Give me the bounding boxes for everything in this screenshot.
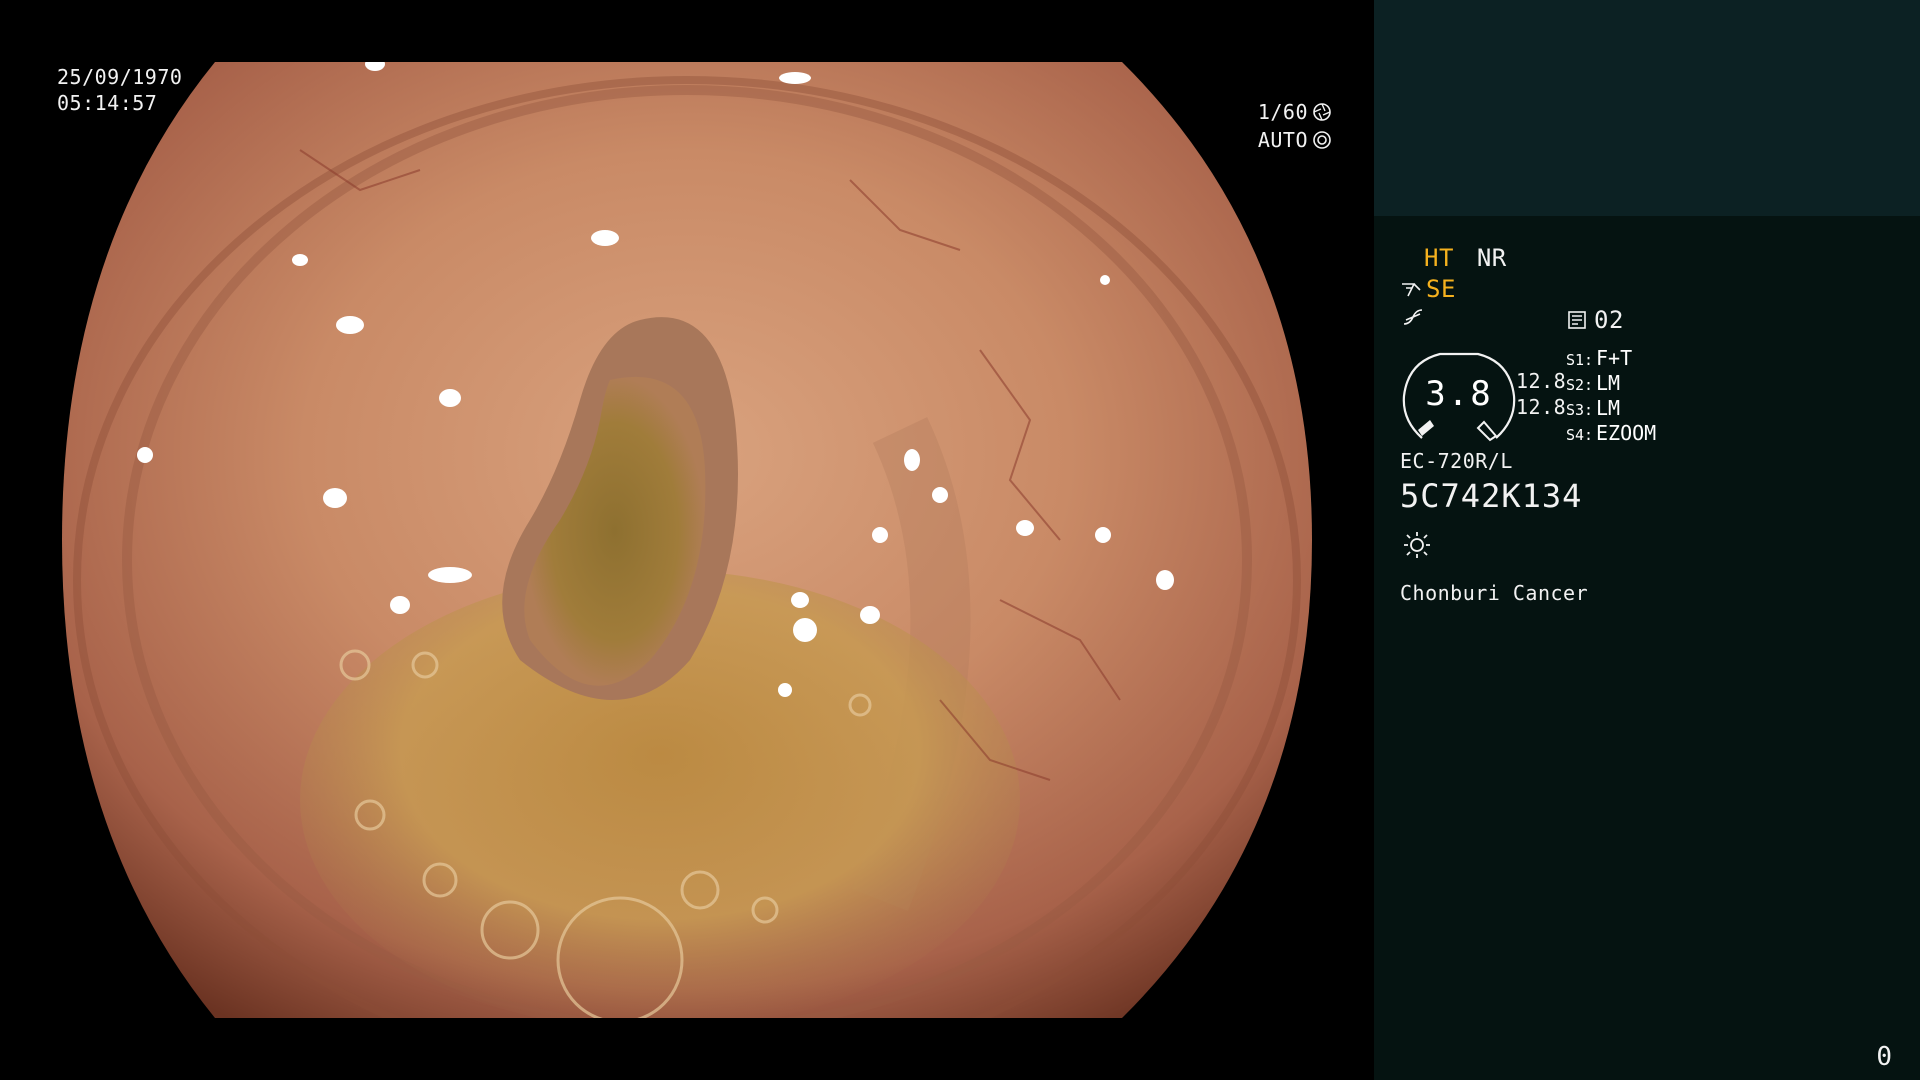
light-source-icon [1404,532,1430,558]
iris-row: AUTO [1258,126,1332,154]
setting-row: S2: LM [1566,371,1656,396]
mode-nr-label: NR [1476,244,1507,272]
switch-settings-list: S1: F+T S2: LM S3: LM S4: EZOOM [1566,346,1656,446]
gauge-value: 3.8 [1425,374,1493,414]
iris-icon [1313,131,1331,149]
enhance-label: SE [1426,275,1456,303]
setting-value: EZOOM [1596,421,1657,445]
side-panel-header-area [1374,0,1920,216]
image-mode-line: HT NR [1424,243,1515,273]
setting-value: F+T [1596,346,1633,370]
shutter-text: 1/60 [1257,100,1308,124]
setting-row: S1: F+T [1566,346,1656,371]
setting-key: S3: [1566,401,1594,419]
gauge-side-values: 12.8 12.8 [1516,368,1566,420]
scope-serial-number: 5C742K134 [1400,477,1583,515]
gauge-side-top: 12.8 [1516,369,1567,393]
setting-key: S4: [1566,426,1594,444]
enhance-icon [1402,283,1421,297]
gauge-side-bottom: 12.8 [1516,395,1567,419]
scope-model: EC-720R/L [1400,449,1513,473]
date-time-readout: 25/09/1970 05:14:57 [57,64,182,116]
time-text: 05:14:57 [57,91,158,115]
setting-key: S2: [1566,376,1594,394]
frame-counter: 0 [1876,1042,1892,1072]
endoscopic-image [0,0,1374,1080]
setting-value: LM [1596,396,1621,420]
date-text: 25/09/1970 [57,65,183,89]
setting-row: S4: EZOOM [1566,421,1656,446]
mode-ht-label: HT [1424,244,1454,272]
memory-line: 02 [1566,305,1624,335]
enhance-line: SE [1400,274,1456,304]
setting-value: LM [1596,371,1621,395]
aperture-icon [1313,103,1331,121]
memory-number: 02 [1594,306,1624,334]
institution-name: Chonburi Cancer [1400,581,1589,605]
iris-text: AUTO [1257,128,1308,152]
info-side-panel: HT NR SE 02 3.8 12.8 12.8 S1: F+T S2: LM… [1374,0,1920,1080]
shutter-row: 1/60 [1258,98,1332,126]
memory-card-icon [1568,311,1586,329]
setting-row: S3: LM [1566,396,1656,421]
exposure-readout: 1/60 AUTO [1258,98,1332,154]
setting-key: S1: [1566,351,1594,369]
endoscope-viewport: 25/09/1970 05:14:57 1/60 AUTO [0,0,1374,1080]
tone-curve-icon [1403,309,1423,325]
